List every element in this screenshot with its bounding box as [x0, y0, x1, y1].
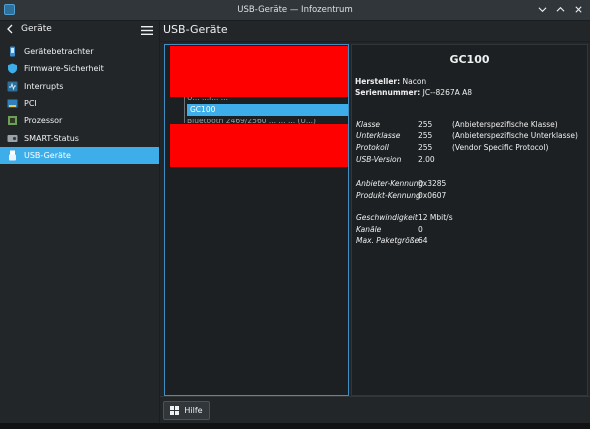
chevron-up-icon[interactable]: [554, 3, 566, 15]
sidebar-item-firmware-sicherheit[interactable]: Firmware-Sicherheit: [0, 60, 159, 77]
pci-icon: [7, 98, 18, 109]
sidebar-item-usb-geraete[interactable]: USB-Geräte: [0, 146, 159, 165]
chevron-left-icon: [7, 24, 13, 34]
sidebar-item-label: Gerätebetrachter: [24, 47, 94, 57]
row-description: (Anbieterspezifische Unterklasse): [452, 131, 578, 140]
help-button[interactable]: Hilfe: [163, 401, 210, 420]
row-value: 0x3285: [418, 179, 447, 188]
window-title: USB-Geräte — Infozentrum: [237, 5, 353, 15]
back-button[interactable]: Geräte: [6, 24, 52, 34]
serial-value: JC--8267A A8: [422, 88, 473, 97]
row-value: 255: [418, 131, 433, 140]
desktop-background-strip: [0, 423, 590, 429]
sidebar-list: Gerätebetrachter Firmware-Sicherheit Int…: [0, 43, 159, 165]
sidebar-item-label: SMART-Status: [24, 133, 79, 143]
sidebar-item-smart-status[interactable]: SMART-Status: [0, 129, 159, 146]
manufacturer-key: Hersteller:: [355, 77, 401, 86]
footer-divider: [160, 396, 590, 397]
row-value: 255: [418, 120, 433, 129]
device-title: GC100: [449, 53, 490, 66]
usb-device-tree[interactable]: U... ...l... ... GC100 Bluetooth 2469/25…: [164, 44, 349, 396]
serial-line: Seriennummer: JC--8267A A8: [355, 88, 472, 97]
smart-status-icon: [7, 133, 18, 144]
row-key: Max. Paketgröße: [356, 236, 420, 245]
sidebar-item-label: PCI: [24, 99, 37, 109]
sidebar-item-label: Firmware-Sicherheit: [24, 64, 104, 74]
sidebar-item-label: USB-Geräte: [24, 150, 71, 160]
sidebar-header: Geräte: [0, 21, 159, 41]
interrupts-icon: [7, 81, 18, 92]
manufacturer-value: Nacon: [402, 77, 427, 86]
row-description: (Anbieterspezifische Klasse): [452, 120, 558, 129]
tree-guide-line: [184, 97, 185, 123]
redaction-box-bottom: [170, 124, 348, 167]
sidebar-item-label: Prozessor: [24, 116, 63, 126]
row-value: 255: [418, 143, 433, 152]
back-label: Geräte: [21, 24, 52, 34]
row-key: Produkt-Kennung: [356, 191, 421, 200]
row-value: 0: [418, 225, 423, 234]
sidebar-item-geraetebetrachter[interactable]: Gerätebetrachter: [0, 43, 159, 60]
page-title: USB-Geräte: [163, 23, 228, 36]
help-icon: [170, 406, 180, 415]
sidebar-item-interrupts[interactable]: Interrupts: [0, 78, 159, 95]
window-titlebar: USB-Geräte — Infozentrum: [0, 0, 590, 21]
row-key: Protokoll: [356, 143, 389, 152]
row-key: USB-Version: [356, 155, 402, 164]
row-description: (Vendor Specific Protocol): [452, 143, 549, 152]
hamburger-menu-icon[interactable]: [141, 25, 153, 36]
sidebar-item-prozessor[interactable]: Prozessor: [0, 112, 159, 129]
row-key: Geschwindigkeit: [356, 213, 418, 222]
redaction-box-top: [170, 46, 348, 97]
row-key: Klasse: [356, 120, 381, 129]
shield-icon: [7, 63, 18, 74]
processor-icon: [7, 115, 18, 126]
help-label: Hilfe: [184, 406, 203, 415]
device-viewer-icon: [7, 46, 18, 57]
row-value: 64: [418, 236, 428, 245]
sidebar-item-pci[interactable]: PCI: [0, 95, 159, 112]
row-key: Anbieter-Kennung: [356, 179, 424, 188]
row-key: Unterklasse: [356, 131, 401, 140]
usb-icon: [7, 150, 18, 161]
serial-key: Seriennummer:: [355, 88, 421, 97]
row-value: 0x0607: [418, 191, 447, 200]
row-key: Kanäle: [356, 225, 382, 234]
sidebar: Geräte Gerätebetrachter Firmware-Sicherh…: [0, 21, 160, 429]
manufacturer-line: Hersteller: Nacon: [355, 77, 426, 86]
row-value: 2.00: [418, 155, 435, 164]
chevron-down-icon[interactable]: [536, 3, 548, 15]
device-details: GC100 Hersteller: Nacon Seriennummer: JC…: [351, 44, 588, 396]
row-value: 12 Mbit/s: [418, 213, 453, 222]
window-controls: [536, 3, 584, 15]
close-icon[interactable]: [572, 3, 584, 15]
tree-item-selected[interactable]: GC100: [187, 104, 348, 116]
sidebar-item-label: Interrupts: [24, 81, 64, 91]
